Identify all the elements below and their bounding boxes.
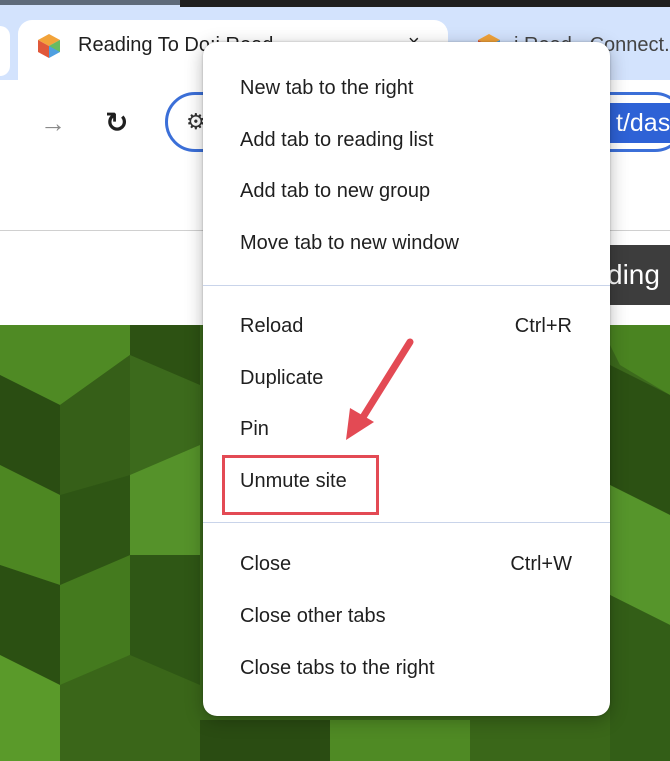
menu-item-label: Move tab to new window	[240, 232, 460, 254]
menu-item-label: Close tabs to the right	[240, 657, 435, 679]
url-selected-text[interactable]: t/dash	[608, 103, 670, 143]
menu-item-new-tab-right[interactable]: New tab to the right	[203, 65, 610, 115]
menu-item-close-other-tabs[interactable]: Close other tabs	[203, 593, 610, 643]
menu-separator	[203, 522, 610, 523]
menu-item-pin[interactable]: Pin	[203, 406, 610, 456]
menu-item-label: Pin	[240, 418, 269, 440]
window-edge	[0, 0, 180, 5]
menu-item-label: Add tab to reading list	[240, 129, 434, 151]
menu-item-add-to-new-group[interactable]: Add tab to new group	[203, 168, 610, 218]
menu-item-shortcut: Ctrl+R	[514, 315, 572, 337]
previous-tab-stub[interactable]	[0, 26, 10, 76]
menu-item-add-to-reading-list[interactable]: Add tab to reading list	[203, 117, 610, 167]
annotation-highlight-box	[222, 455, 379, 515]
menu-item-label: Add tab to new group	[240, 180, 431, 202]
tab-context-menu: New tab to the right Add tab to reading …	[203, 42, 610, 716]
menu-item-label: Reload	[240, 315, 304, 337]
menu-item-label: Duplicate	[240, 367, 324, 389]
page-header-fragment: ding	[605, 245, 670, 305]
forward-icon[interactable]: →	[40, 108, 66, 139]
window-edge	[180, 0, 670, 7]
menu-item-shortcut: Ctrl+W	[510, 553, 572, 575]
cube-favicon-icon	[38, 34, 60, 58]
menu-item-label: Close other tabs	[240, 605, 386, 627]
menu-item-duplicate[interactable]: Duplicate	[203, 355, 610, 405]
reload-icon[interactable]: ↻	[105, 106, 128, 139]
menu-separator	[203, 285, 610, 286]
menu-item-label: Close	[240, 553, 292, 575]
menu-item-move-to-new-window[interactable]: Move tab to new window	[203, 220, 610, 270]
menu-item-label: New tab to the right	[240, 77, 414, 99]
menu-item-close[interactable]: Close Ctrl+W	[203, 541, 610, 591]
menu-item-close-tabs-right[interactable]: Close tabs to the right	[203, 645, 610, 695]
menu-item-reload[interactable]: Reload Ctrl+R	[203, 303, 610, 353]
